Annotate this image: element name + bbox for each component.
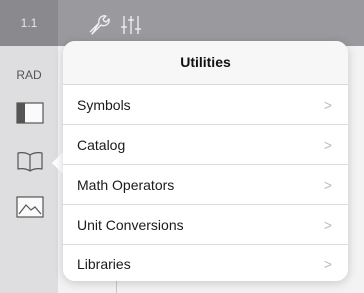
wrench-icon[interactable] <box>86 12 112 36</box>
menu-item-symbols[interactable]: Symbols > <box>63 85 348 125</box>
gallery-icon[interactable] <box>16 196 44 218</box>
book-icon[interactable] <box>16 150 44 172</box>
chevron-right-icon: > <box>323 216 332 233</box>
menu-item-libraries[interactable]: Libraries > <box>63 245 348 281</box>
menu-item-label: Math Operators <box>77 176 175 193</box>
page-label: 1.1 <box>20 16 38 30</box>
menu-item-label: Catalog <box>77 136 126 153</box>
menu-item-unit-conversions[interactable]: Unit Conversions > <box>63 205 348 245</box>
sliders-icon[interactable] <box>120 12 146 36</box>
menu-item-label: Unit Conversions <box>77 216 184 233</box>
angle-mode-label: RAD <box>16 68 42 82</box>
popover-arrow <box>52 152 63 174</box>
template-icon[interactable] <box>16 102 44 124</box>
menu-item-label: Symbols <box>77 96 131 113</box>
chevron-right-icon: > <box>323 136 332 153</box>
page-tab[interactable]: 1.1 <box>0 0 58 46</box>
top-toolbar: 1.1 <box>0 0 364 46</box>
menu-item-math-operators[interactable]: Math Operators > <box>63 165 348 205</box>
popover-title: Utilities <box>63 41 348 85</box>
chevron-right-icon: > <box>323 176 332 193</box>
sidebar: RAD <box>0 46 58 293</box>
utilities-popover: Utilities Symbols > Catalog > Math Opera… <box>63 41 348 281</box>
menu-item-label: Libraries <box>77 256 131 272</box>
chevron-right-icon: > <box>323 256 332 272</box>
menu-item-catalog[interactable]: Catalog > <box>63 125 348 165</box>
chevron-right-icon: > <box>323 96 332 113</box>
